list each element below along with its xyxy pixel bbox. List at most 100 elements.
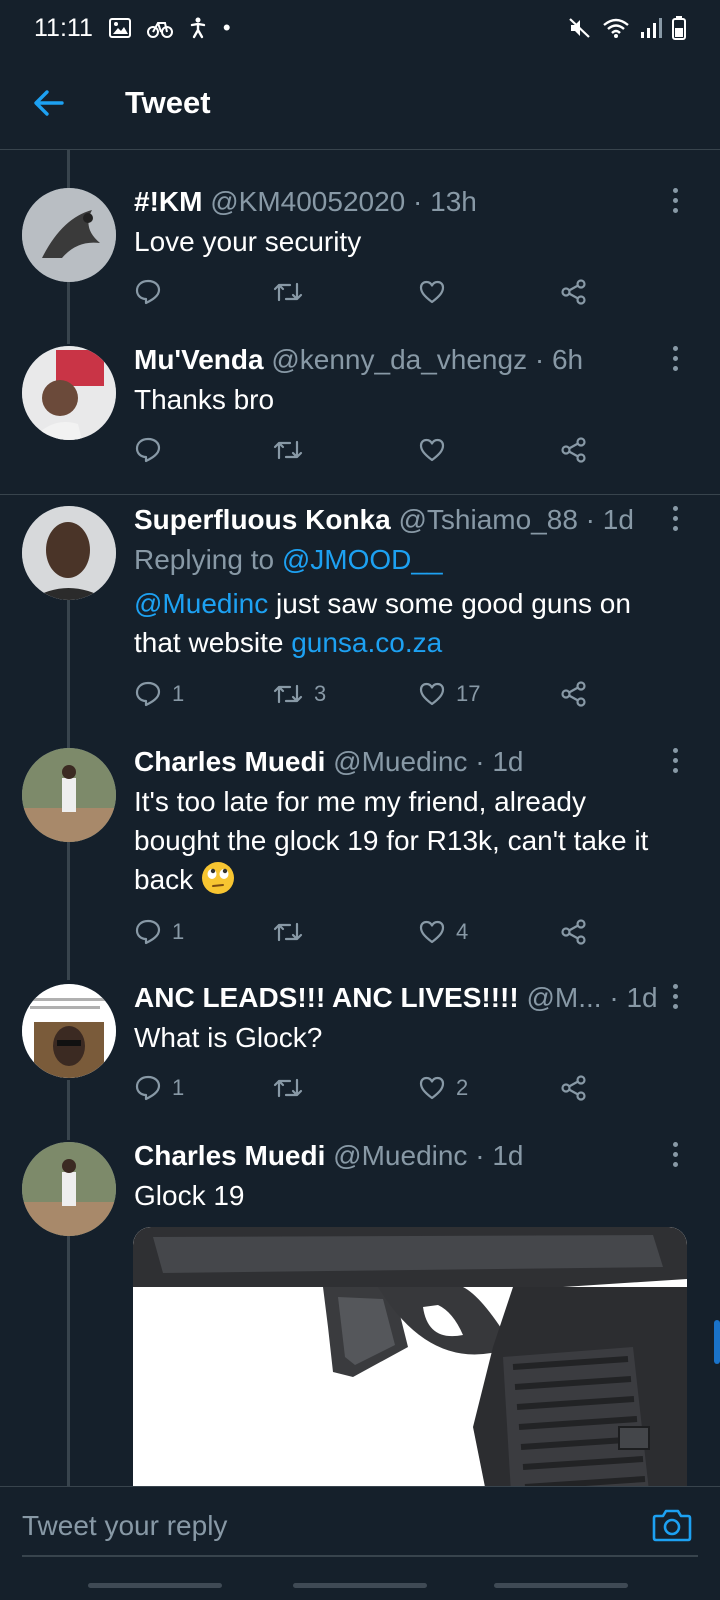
reply-count: 1 xyxy=(172,1075,185,1100)
retweet-icon xyxy=(273,684,303,704)
user-photo-avatar xyxy=(22,984,116,1078)
like-count: 4 xyxy=(456,919,469,944)
website-link[interactable]: gunsa.co.za xyxy=(291,627,442,658)
reply-button[interactable] xyxy=(134,272,172,312)
retweet-icon xyxy=(273,440,303,460)
share-button[interactable] xyxy=(560,674,588,714)
avatar[interactable] xyxy=(22,1142,116,1236)
wifi-icon xyxy=(602,17,630,39)
tweet-text: What is Glock? xyxy=(134,1022,323,1053)
avatar[interactable] xyxy=(22,506,116,600)
tweet-header: Superfluous Konka @Tshiamo_88 · 1d xyxy=(134,504,660,536)
like-icon xyxy=(419,280,445,304)
like-button[interactable] xyxy=(418,272,456,312)
battery-icon xyxy=(672,16,686,40)
reply-to-mention[interactable]: @JMOOD__ xyxy=(282,544,443,575)
scrollbar-thumb[interactable] xyxy=(714,1320,720,1364)
tweet-actions xyxy=(134,272,604,312)
reply-button[interactable]: 1 xyxy=(134,1068,184,1108)
tweet-actions: 1 4 xyxy=(134,912,604,952)
gallery-icon xyxy=(108,18,131,38)
share-icon xyxy=(561,1075,586,1101)
more-button[interactable] xyxy=(660,338,690,378)
reply-icon xyxy=(135,1075,161,1101)
avatar[interactable] xyxy=(22,346,116,440)
mention-link[interactable]: @Muedinc xyxy=(134,588,268,619)
like-button[interactable]: 17 xyxy=(418,674,480,714)
author-name[interactable]: Charles Muedi xyxy=(134,746,325,777)
accessibility-icon xyxy=(189,17,207,39)
author-handle: @Tshiamo_88 · 1d xyxy=(398,504,634,535)
tweet-text: Love your security xyxy=(134,226,362,257)
retweet-button[interactable] xyxy=(272,430,314,470)
falcon-avatar-image xyxy=(22,188,116,282)
reply-count: 1 xyxy=(172,919,185,944)
reply-icon xyxy=(135,919,161,945)
tweet-text: @Muedinc just saw some good guns on that… xyxy=(134,588,631,658)
author-handle: @M... · 1d xyxy=(526,982,658,1013)
signal-icon xyxy=(640,17,662,39)
more-button[interactable] xyxy=(660,1134,690,1174)
nav-recents[interactable] xyxy=(88,1583,222,1588)
retweet-button[interactable] xyxy=(272,912,314,952)
like-button[interactable]: 4 xyxy=(418,912,468,952)
thread-line xyxy=(67,1080,70,1140)
like-count: 2 xyxy=(456,1075,469,1100)
nav-back[interactable] xyxy=(494,1583,628,1588)
retweet-button[interactable]: 3 xyxy=(272,674,326,714)
reply-icon xyxy=(135,279,161,305)
thread-line xyxy=(67,840,70,980)
author-handle: @Muedinc · 1d xyxy=(333,746,524,777)
like-icon xyxy=(419,1076,445,1100)
more-button[interactable] xyxy=(660,976,690,1016)
reply-icon xyxy=(135,437,161,463)
author-name[interactable]: #!KM xyxy=(134,186,202,217)
tweet-text: It's too late for me my friend, already … xyxy=(134,786,649,895)
share-button[interactable] xyxy=(560,430,588,470)
reply-input[interactable] xyxy=(22,1499,632,1553)
tweet-header: #!KM @KM40052020 · 13h xyxy=(134,186,660,218)
retweet-button[interactable] xyxy=(272,1068,314,1108)
like-icon xyxy=(419,682,445,706)
reply-feed[interactable]: #!KM @KM40052020 · 13h Love your securit… xyxy=(0,150,720,1486)
avatar[interactable] xyxy=(22,984,116,1078)
thread-line xyxy=(67,282,70,344)
retweet-count: 3 xyxy=(314,681,327,706)
more-button[interactable] xyxy=(660,498,690,538)
back-button[interactable] xyxy=(19,73,79,133)
status-right xyxy=(568,16,686,40)
reply-button[interactable]: 1 xyxy=(134,912,184,952)
author-name[interactable]: Superfluous Konka xyxy=(134,504,391,535)
more-button[interactable] xyxy=(660,740,690,780)
reply-button[interactable]: 1 xyxy=(134,674,184,714)
camera-button[interactable] xyxy=(648,1501,696,1549)
avatar[interactable] xyxy=(22,748,116,842)
tweet-actions xyxy=(134,430,604,470)
thread-line xyxy=(67,150,70,188)
share-icon xyxy=(561,919,586,945)
user-photo-avatar xyxy=(22,346,116,440)
avatar[interactable] xyxy=(22,188,116,282)
more-icon xyxy=(672,1141,678,1147)
nav-home[interactable] xyxy=(293,1583,427,1588)
share-icon xyxy=(561,681,586,707)
like-button[interactable]: 2 xyxy=(418,1068,468,1108)
author-name[interactable]: ANC LEADS!!! ANC LIVES!!!! xyxy=(134,982,519,1013)
author-name[interactable]: Charles Muedi xyxy=(134,1140,325,1171)
share-button[interactable] xyxy=(560,272,588,312)
reply-button[interactable] xyxy=(134,430,172,470)
like-count: 17 xyxy=(456,681,481,706)
more-button[interactable] xyxy=(660,180,690,220)
bike-icon xyxy=(146,18,173,38)
author-name[interactable]: Mu'Venda xyxy=(134,344,264,375)
reply-icon xyxy=(135,681,161,707)
share-button[interactable] xyxy=(560,1068,588,1108)
tweet-detail-screen: 11:11 • Tweet #!KM @KM40052020 · 13h Lov… xyxy=(0,0,720,1600)
retweet-button[interactable] xyxy=(272,272,314,312)
tweet-media-image[interactable] xyxy=(133,1227,687,1486)
tweet-actions: 1 2 xyxy=(134,1068,604,1108)
like-button[interactable] xyxy=(418,430,456,470)
status-dot: • xyxy=(222,15,231,40)
system-nav-bar xyxy=(0,1570,720,1600)
share-button[interactable] xyxy=(560,912,588,952)
